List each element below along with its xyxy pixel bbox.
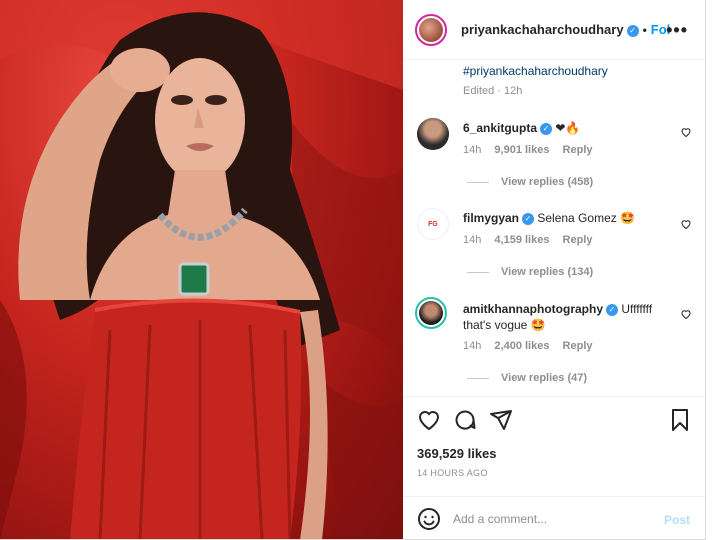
comment-body: filmygyan ✓ Selena Gomez 🤩 (463, 210, 668, 226)
comment-bubble-icon[interactable] (453, 408, 477, 432)
commenter-avatar[interactable] (415, 297, 447, 329)
instagram-post-frame: priyankachaharchoudhary ✓ • Fol ••• #priyan… (0, 0, 706, 540)
post-timestamp: 14 HOURS AGO (417, 468, 488, 478)
comment-time: 14h (463, 234, 482, 246)
verified-badge-icon: ✓ (540, 122, 553, 135)
share-paper-plane-icon[interactable] (489, 408, 513, 432)
more-options-icon[interactable]: ••• (666, 20, 688, 41)
view-replies-label: View replies (134) (501, 266, 594, 278)
view-replies-label: View replies (47) (501, 372, 588, 384)
comment-text: ❤🔥 (555, 121, 581, 135)
like-heart-icon[interactable] (417, 408, 441, 432)
comment-meta: 14h 4,159 likes Reply (463, 234, 603, 246)
reply-button[interactable]: Reply (563, 144, 593, 156)
like-comment-heart-icon[interactable] (680, 218, 692, 230)
view-replies-button[interactable]: View replies (47) (467, 372, 587, 384)
comment-likes[interactable]: 4,159 likes (494, 234, 549, 246)
post-header: priyankachaharchoudhary ✓ • Fol ••• (403, 0, 705, 60)
comment-likes[interactable]: 9,901 likes (494, 144, 549, 156)
photo-illustration (0, 0, 403, 539)
separator-dot: • (642, 23, 647, 37)
comment-meta: 14h 2,400 likes Reply (463, 340, 603, 352)
caption-hashtag[interactable]: #priyankachaharchoudhary (463, 64, 608, 78)
commenter-avatar[interactable]: FG (417, 208, 449, 240)
caption-edited-time: Edited · 12h (463, 85, 523, 97)
like-comment-heart-icon[interactable] (680, 126, 692, 138)
add-comment-bar: Post (403, 496, 705, 539)
comment-time: 14h (463, 340, 482, 352)
view-replies-button[interactable]: View replies (458) (467, 176, 593, 188)
verified-badge-icon: ✓ (522, 212, 535, 225)
view-replies-label: View replies (458) (501, 176, 594, 188)
comment-meta: 14h 9,901 likes Reply (463, 144, 603, 156)
comment-likes[interactable]: 2,400 likes (494, 340, 549, 352)
comment-username[interactable]: amitkhannaphotography (463, 302, 603, 316)
verified-badge-icon: ✓ (626, 24, 639, 37)
post-side-panel: priyankachaharchoudhary ✓ • Fol ••• #priyan… (403, 0, 705, 539)
author-line: priyankachaharchoudhary ✓ • Fol (461, 22, 670, 37)
verified-badge-icon: ✓ (606, 303, 619, 316)
post-actions-bar (403, 396, 705, 440)
author-username[interactable]: priyankachaharchoudhary (461, 22, 624, 37)
comment-time: 14h (463, 144, 482, 156)
post-photo[interactable] (0, 0, 403, 539)
reply-button[interactable]: Reply (563, 340, 593, 352)
reply-button[interactable]: Reply (563, 234, 593, 246)
comment-username[interactable]: filmygyan (463, 211, 519, 225)
post-comment-button[interactable]: Post (664, 513, 690, 527)
comment-body: amitkhannaphotography ✓ Ufffffff that's v… (463, 301, 668, 333)
commenter-avatar[interactable] (417, 118, 449, 150)
like-comment-heart-icon[interactable] (680, 308, 692, 320)
comment-text: Selena Gomez 🤩 (537, 211, 636, 225)
comment-username[interactable]: 6_ankitgupta (463, 121, 537, 135)
save-bookmark-icon[interactable] (668, 408, 692, 432)
comment-body: 6_ankitgupta ✓ ❤🔥 (463, 120, 668, 136)
emoji-smiley-icon[interactable] (417, 507, 441, 531)
comment-input[interactable] (453, 509, 653, 529)
author-avatar[interactable] (415, 14, 447, 46)
view-replies-button[interactable]: View replies (134) (467, 266, 593, 278)
post-like-count[interactable]: 369,529 likes (417, 446, 497, 461)
